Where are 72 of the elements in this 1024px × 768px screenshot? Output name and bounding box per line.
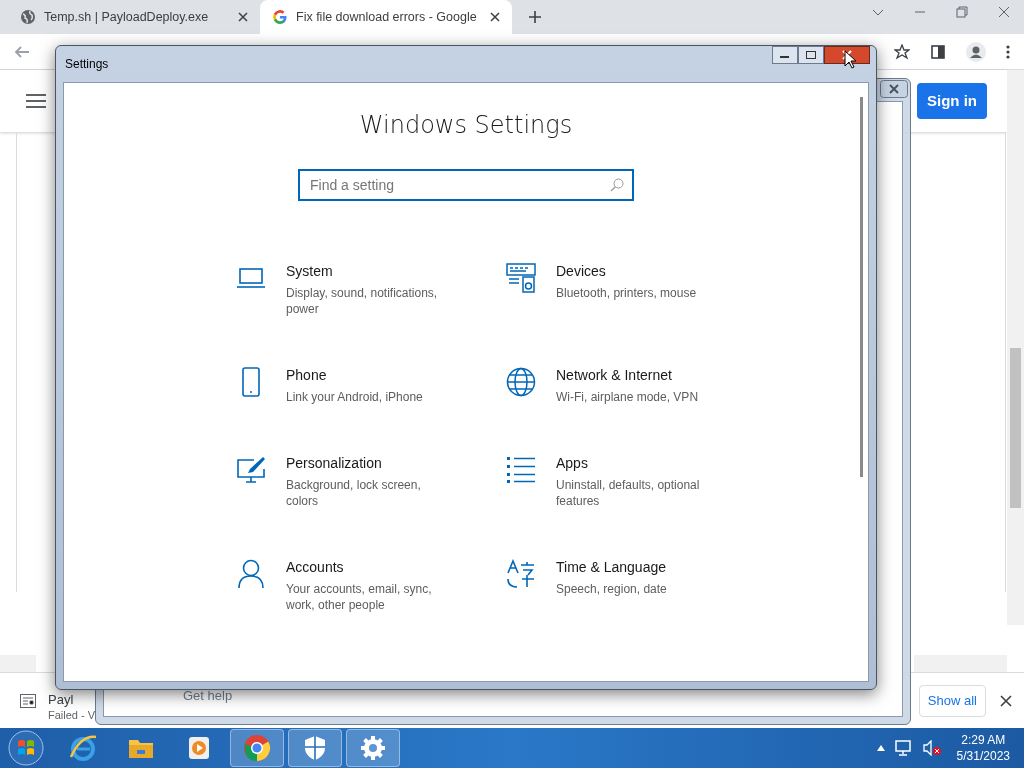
search-icon <box>610 178 624 192</box>
tab-title: Temp.sh | PayloadDeploy.exe <box>44 8 210 26</box>
side-panel-icon[interactable] <box>930 43 946 60</box>
file-name: Payl <box>48 692 75 708</box>
setting-title[interactable]: Apps <box>556 453 726 474</box>
new-tab-icon[interactable] <box>528 10 542 24</box>
setting-title[interactable]: Personalization <box>286 453 456 474</box>
browser-tab[interactable]: Fix file download errors - Google <box>260 0 512 34</box>
profile-icon[interactable] <box>966 41 986 62</box>
star-icon[interactable] <box>894 43 910 60</box>
back-icon[interactable] <box>14 43 30 60</box>
show-hidden-icon[interactable] <box>876 745 885 751</box>
tab-title: Fix file download errors - Google <box>296 8 478 26</box>
setting-description: Background, lock screen, colors <box>286 477 422 509</box>
close-icon[interactable] <box>998 6 1010 18</box>
restore-icon[interactable] <box>956 6 968 18</box>
setting-title[interactable]: Devices <box>556 261 726 282</box>
scrollbar[interactable] <box>1007 70 1024 625</box>
setting-description: Uninstall, defaults, optional features <box>556 477 701 509</box>
cursor-icon <box>844 50 856 69</box>
download-status: Failed - V <box>48 708 96 722</box>
show-all-button[interactable]: Show all <box>918 684 986 717</box>
close-icon[interactable] <box>490 12 500 22</box>
gear-icon <box>358 733 388 763</box>
keyboard-speaker-icon <box>506 263 536 293</box>
phone-icon <box>241 367 261 397</box>
taskbar-button[interactable] <box>346 729 400 767</box>
page-title: Windows Settings <box>359 110 573 141</box>
language-clock-icon <box>506 559 536 589</box>
globe-icon <box>506 367 536 397</box>
person-icon <box>236 559 266 589</box>
start-button-icon[interactable] <box>8 730 44 766</box>
setting-title[interactable]: Time & Language <box>556 557 726 578</box>
maximize-button[interactable] <box>798 46 824 64</box>
setting-title[interactable]: Network & Internet <box>556 365 726 386</box>
setting-title[interactable]: System <box>286 261 456 282</box>
setting-description: Display, sound, notifications, power <box>286 285 439 317</box>
window-title: Settings <box>65 56 109 73</box>
list-icon <box>506 455 536 485</box>
clock-date: 5/31/2023 <box>956 748 1010 764</box>
paint-monitor-icon <box>236 455 266 485</box>
file-icon <box>20 693 36 708</box>
scrollbar-thumb[interactable] <box>860 97 863 477</box>
laptop-icon <box>236 266 266 290</box>
get-help-link[interactable]: Get help <box>183 686 233 706</box>
search-field[interactable]: Find a setting <box>298 169 634 201</box>
setting-description: Wi-Fi, airplane mode, VPN <box>556 389 700 405</box>
setting-description: Your accounts, email, sync, work, other people <box>286 581 433 613</box>
setting-title[interactable]: Accounts <box>286 557 456 578</box>
more-icon[interactable] <box>1006 43 1010 60</box>
sign-in-button[interactable]: Sign in <box>917 83 987 119</box>
setting-title[interactable]: Phone <box>286 365 456 386</box>
scrollbar-track[interactable] <box>914 655 1007 672</box>
close-icon[interactable] <box>880 80 908 98</box>
chrome-icon <box>242 733 272 763</box>
taskbar-button[interactable] <box>230 729 284 767</box>
close-icon[interactable] <box>238 12 248 22</box>
browser-tab[interactable]: Temp.sh | PayloadDeploy.exe <box>8 0 260 34</box>
setting-description: Link your Android, iPhone <box>286 389 424 405</box>
minimize-button[interactable] <box>772 46 798 64</box>
network-icon[interactable] <box>894 740 913 756</box>
setting-description: Bluetooth, printers, mouse <box>556 285 698 301</box>
google-icon <box>272 9 288 25</box>
menu-icon[interactable] <box>26 93 46 109</box>
taskbar-button[interactable] <box>288 729 342 767</box>
scrollbar-track[interactable] <box>0 655 36 672</box>
globe-icon <box>20 9 36 25</box>
setting-description: Speech, region, date <box>556 581 668 597</box>
clock-time: 2:29 AM <box>961 732 1006 748</box>
close-icon[interactable] <box>1000 694 1012 707</box>
browser-icon <box>68 733 98 763</box>
volume-muted-icon[interactable] <box>922 740 941 756</box>
